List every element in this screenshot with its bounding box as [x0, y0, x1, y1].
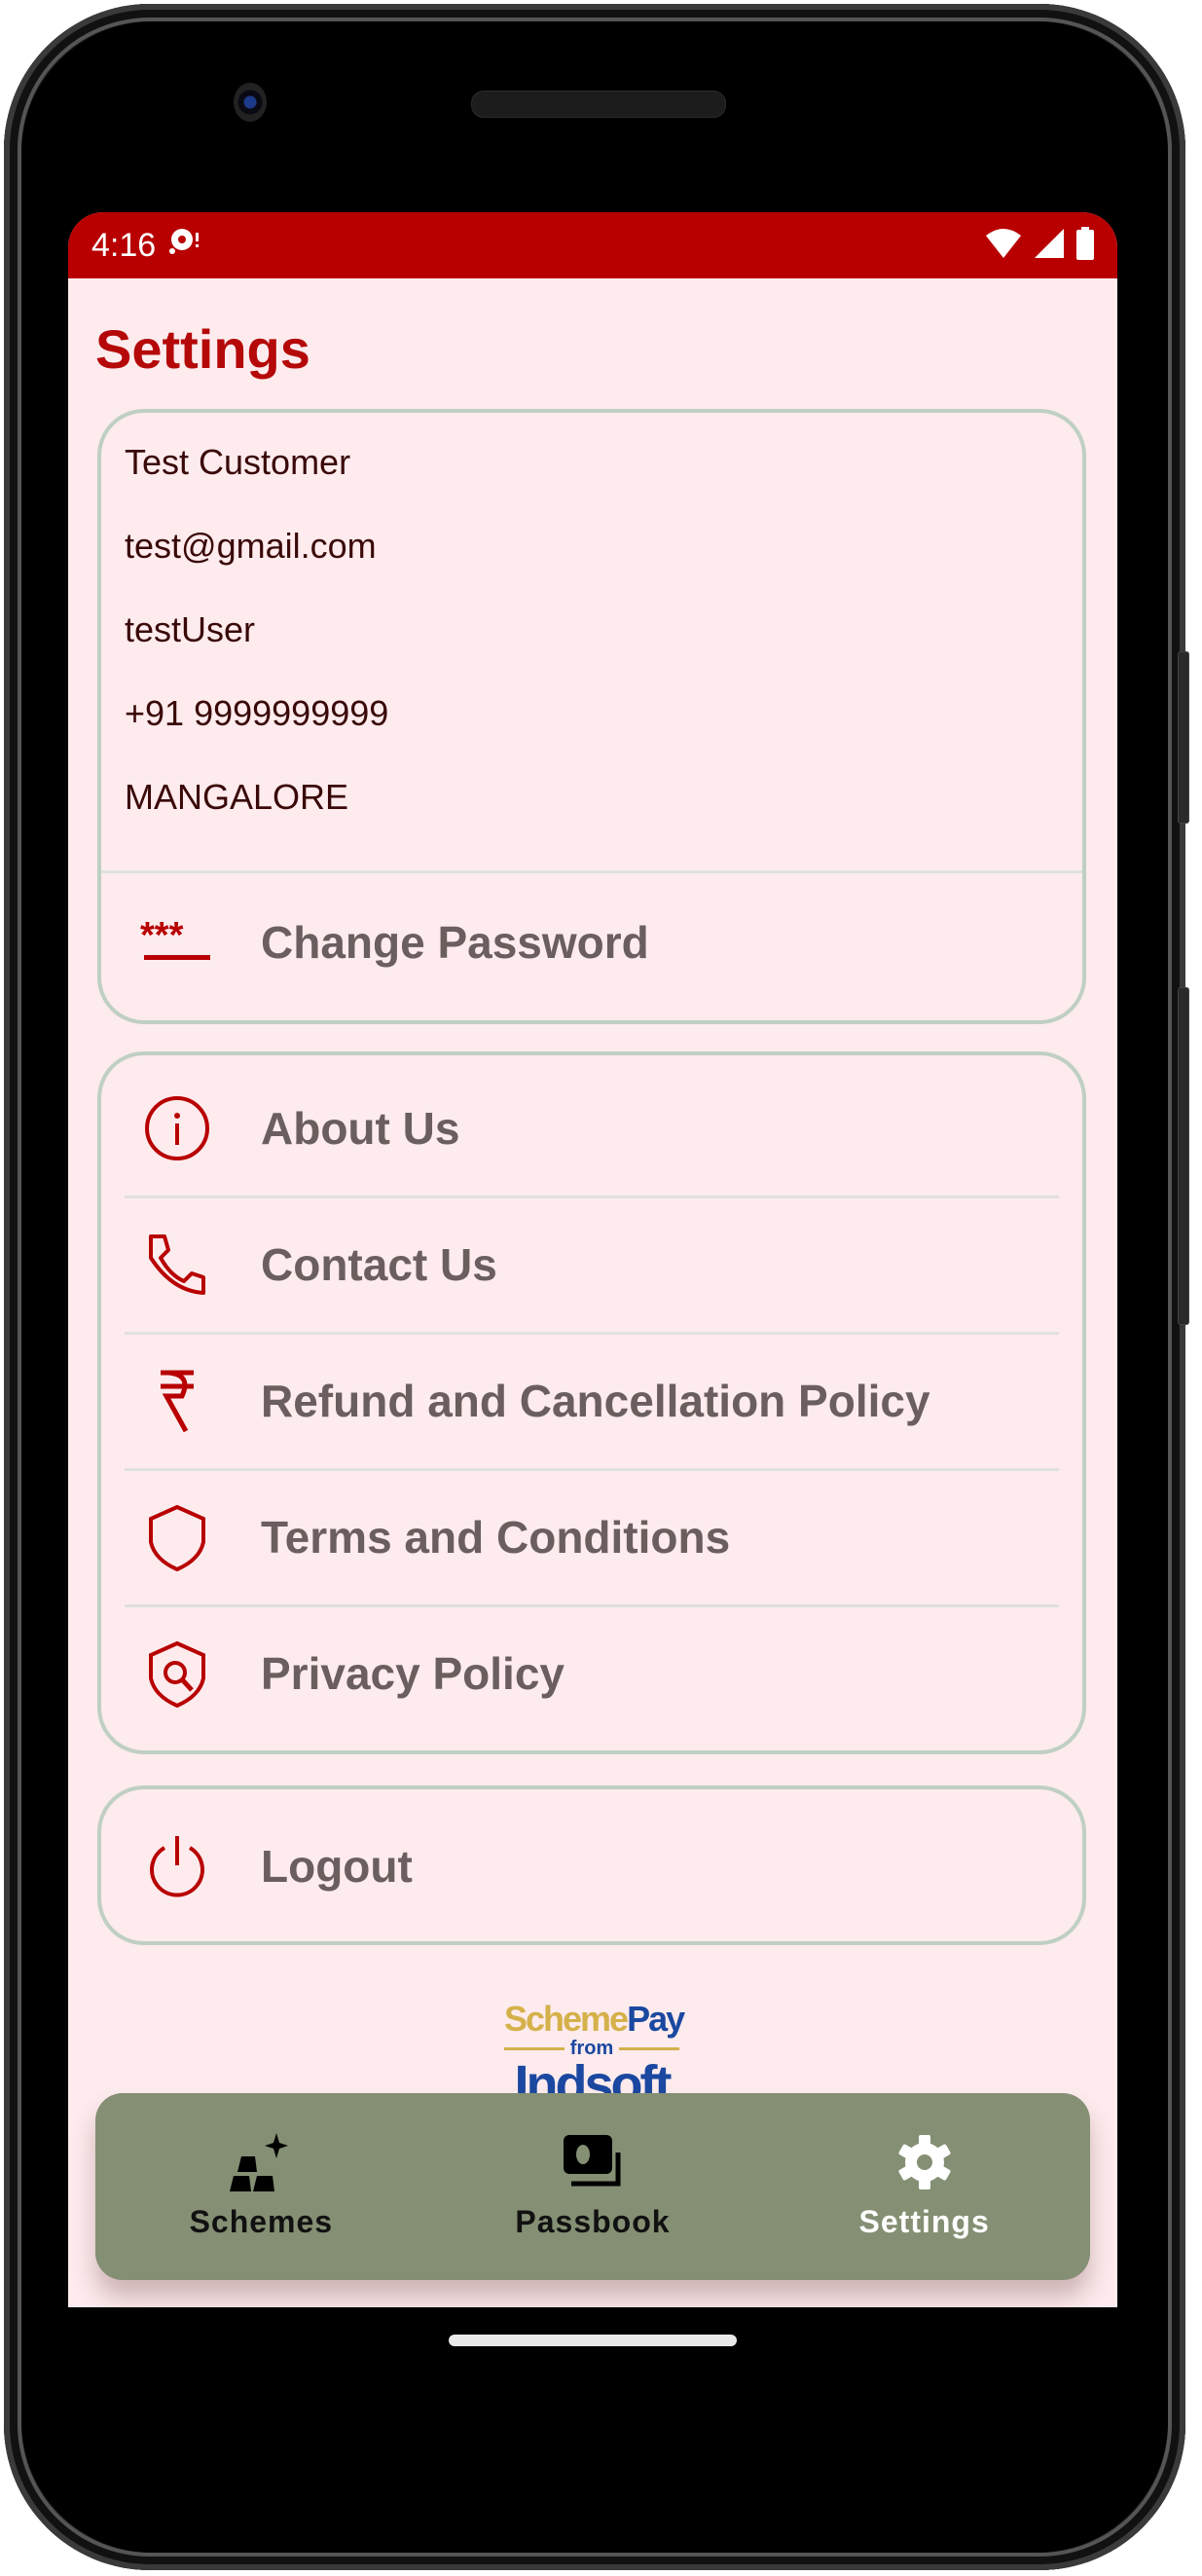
- profile-phone: +91 9999999999: [125, 693, 389, 733]
- nav-label: Passbook: [515, 2204, 671, 2239]
- status-time: 4:16: [91, 226, 157, 264]
- menu-label: Contact Us: [261, 1239, 497, 1290]
- home-gesture-bar[interactable]: [449, 2335, 737, 2346]
- rupee-icon: [138, 1362, 216, 1440]
- menu-label: Privacy Policy: [261, 1648, 565, 1699]
- bottom-navigation: Schemes Passbook Settings: [95, 2093, 1090, 2280]
- menu-label: Refund and Cancellation Policy: [261, 1376, 930, 1426]
- nav-label: Schemes: [189, 2204, 334, 2239]
- svg-text:***: ***: [140, 918, 184, 956]
- nav-label: Settings: [858, 2204, 990, 2239]
- gear-icon: [895, 2133, 954, 2196]
- menu-item-refund-policy[interactable]: Refund and Cancellation Policy: [125, 1334, 1059, 1468]
- logo-pay: Pay: [627, 1999, 685, 2039]
- shield-icon: [138, 1498, 216, 1576]
- password-asterisks-icon: ***: [138, 903, 216, 981]
- info-icon: [138, 1089, 216, 1167]
- signal-icon: [1034, 228, 1065, 264]
- app-screen: 4:16 Settings Test Customer test@gmail.c…: [68, 212, 1117, 2307]
- profile-city: MANGALORE: [125, 777, 349, 817]
- menu-item-terms[interactable]: Terms and Conditions: [125, 1470, 1059, 1604]
- earpiece-speaker: [471, 91, 726, 118]
- volume-button: [1178, 987, 1189, 1325]
- profile-email: test@gmail.com: [125, 526, 377, 566]
- nav-tab-schemes[interactable]: Schemes: [115, 2133, 407, 2240]
- phone-icon: [138, 1226, 216, 1304]
- divider: [101, 870, 1082, 873]
- gold-bars-icon: [230, 2133, 292, 2196]
- profile-card: Test Customer test@gmail.com testUser +9…: [97, 409, 1086, 1024]
- logout-button[interactable]: Logout: [125, 1799, 1059, 1933]
- logout-card: Logout: [97, 1785, 1086, 1945]
- passbook-icon: [562, 2133, 624, 2196]
- change-password-button[interactable]: *** Change Password: [125, 875, 1059, 1010]
- menu-label: Terms and Conditions: [261, 1512, 731, 1563]
- shield-search-icon: [138, 1635, 216, 1712]
- menu-label: About Us: [261, 1103, 460, 1154]
- menu-item-contact-us[interactable]: Contact Us: [125, 1197, 1059, 1332]
- power-icon: [138, 1827, 216, 1905]
- wifi-icon: [985, 228, 1022, 264]
- menu-item-about-us[interactable]: About Us: [125, 1061, 1059, 1196]
- notification-icon: [167, 227, 200, 265]
- profile-name: Test Customer: [125, 442, 351, 482]
- info-menu-card: About Us Contact Us Refund and Cancellat…: [97, 1051, 1086, 1754]
- logo-scheme: Scheme: [504, 1999, 629, 2039]
- nav-tab-settings[interactable]: Settings: [779, 2133, 1071, 2240]
- status-bar: 4:16: [68, 212, 1117, 278]
- battery-icon: [1076, 226, 1094, 265]
- front-camera: [234, 83, 267, 122]
- profile-username: testUser: [125, 609, 256, 649]
- nav-tab-passbook[interactable]: Passbook: [447, 2133, 739, 2240]
- menu-item-privacy[interactable]: Privacy Policy: [125, 1606, 1059, 1741]
- power-button: [1178, 651, 1189, 824]
- logout-label: Logout: [261, 1841, 413, 1892]
- change-password-label: Change Password: [261, 917, 649, 968]
- page-title: Settings: [95, 318, 310, 380]
